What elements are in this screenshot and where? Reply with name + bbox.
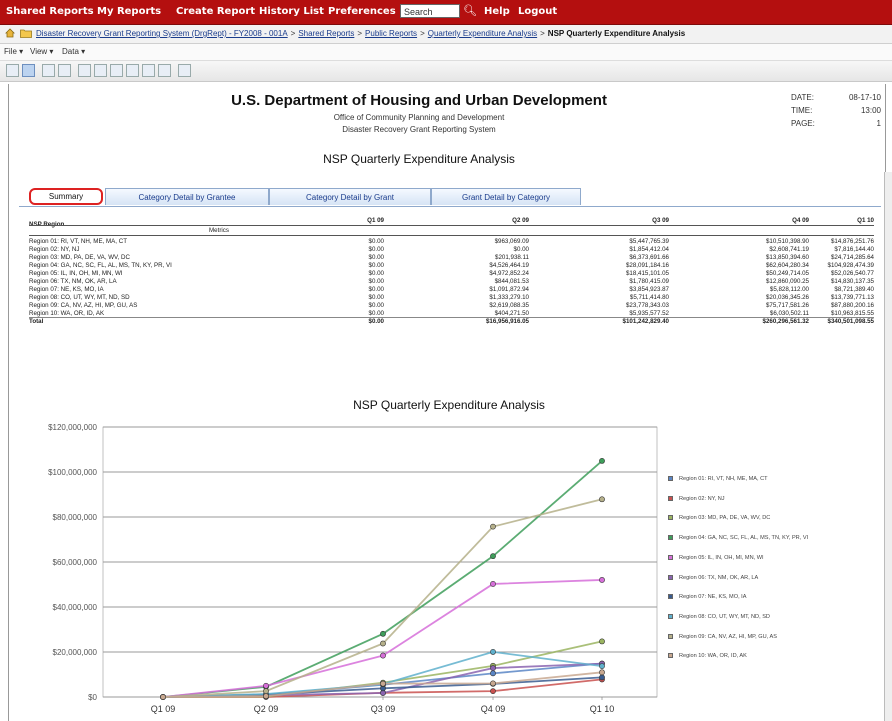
y-tick-label: $80,000,000	[53, 513, 98, 522]
y-tick-label: $120,000,000	[48, 423, 97, 432]
data-point	[599, 496, 605, 503]
legend-swatch	[668, 476, 673, 482]
data-point	[599, 674, 605, 681]
data-point	[380, 630, 386, 637]
legend-item: Region 08: CO, UT, WY, MT, ND, SD	[668, 614, 770, 620]
legend-swatch	[668, 495, 673, 501]
data-point	[490, 581, 496, 587]
y-tick-label: $0	[88, 693, 97, 702]
legend-label: Region 09: CA, NV, AZ, HI, MP, GU, AS	[679, 633, 777, 640]
legend-item: Region 10: WA, OR, ID, AK	[668, 653, 747, 659]
x-tick-label: Q3 09	[371, 704, 396, 714]
data-point	[263, 682, 269, 689]
legend-swatch	[668, 653, 673, 659]
data-point	[160, 694, 166, 700]
legend-item: Region 06: TX, NM, OK, AR, LA	[668, 575, 758, 581]
data-point	[263, 688, 269, 695]
data-point	[599, 663, 605, 669]
legend-label: Region 08: CO, UT, WY, MT, ND, SD	[679, 613, 770, 620]
x-tick-label: Q1 10	[590, 704, 615, 714]
data-point	[599, 577, 605, 583]
x-tick-label: Q1 09	[151, 704, 176, 714]
data-point	[490, 523, 496, 530]
vertical-scrollbar[interactable]	[884, 172, 892, 721]
data-point	[490, 680, 496, 687]
legend-item: Region 04: GA, NC, SC, FL, AL, MS, TN, K…	[668, 535, 808, 541]
legend-swatch	[668, 594, 673, 600]
data-point	[490, 649, 496, 655]
legend-label: Region 06: TX, NM, OK, AR, LA	[679, 574, 759, 581]
legend-label: Region 01: RI, VT, NH, ME, MA, CT	[679, 476, 768, 482]
data-point	[380, 680, 386, 687]
y-tick-label: $100,000,000	[48, 468, 97, 477]
data-point	[263, 693, 269, 699]
legend-item: Region 02: NY, NJ	[668, 496, 725, 502]
legend-label: Region 07: NE, KS, MO, IA	[679, 594, 747, 601]
legend-label: Region 04: GA, NC, SC, FL, AL, MS, TN, K…	[679, 535, 809, 542]
legend-swatch	[668, 515, 673, 521]
legend-swatch	[668, 574, 673, 580]
y-tick-label: $40,000,000	[53, 603, 98, 612]
legend-label: Region 02: NY, NJ	[679, 495, 725, 502]
line-chart: $0 $20,000,000 $40,000,000 $60,000,000 $80,0…	[48, 423, 658, 714]
legend-label: Region 10: WA, OR, ID, AK	[679, 653, 747, 660]
legend-item: Region 09: CA, NV, AZ, HI, MP, GU, AS	[668, 634, 777, 640]
y-tick-label: $20,000,000	[53, 648, 98, 657]
legend-label: Region 03: MD, PA, DE, VA, WV, DC	[679, 515, 771, 522]
data-point	[599, 458, 605, 464]
x-tick-label: Q2 09	[254, 704, 279, 714]
legend-swatch	[668, 613, 673, 619]
data-point	[599, 638, 605, 645]
legend-item: Region 07: NE, KS, MO, IA	[668, 594, 746, 600]
data-point	[599, 669, 605, 676]
legend-swatch	[668, 633, 673, 639]
data-point	[380, 640, 386, 647]
legend-item: Region 05: IL, IN, OH, MI, MN, WI	[668, 555, 764, 561]
legend-item: Region 01: RI, VT, NH, ME, MA, CT	[668, 476, 768, 482]
x-tick-label: Q4 09	[481, 704, 506, 714]
y-tick-label: $60,000,000	[53, 558, 98, 567]
data-point	[490, 553, 496, 560]
legend-swatch	[668, 535, 673, 541]
data-point	[380, 652, 386, 659]
legend-swatch	[668, 554, 673, 560]
legend-item: Region 03: MD, PA, DE, VA, WV, DC	[668, 515, 770, 521]
data-point	[490, 665, 496, 671]
data-point	[490, 688, 496, 695]
data-point	[490, 670, 496, 677]
legend-label: Region 05: IL, IN, OH, MI, MN, WI	[679, 554, 764, 561]
